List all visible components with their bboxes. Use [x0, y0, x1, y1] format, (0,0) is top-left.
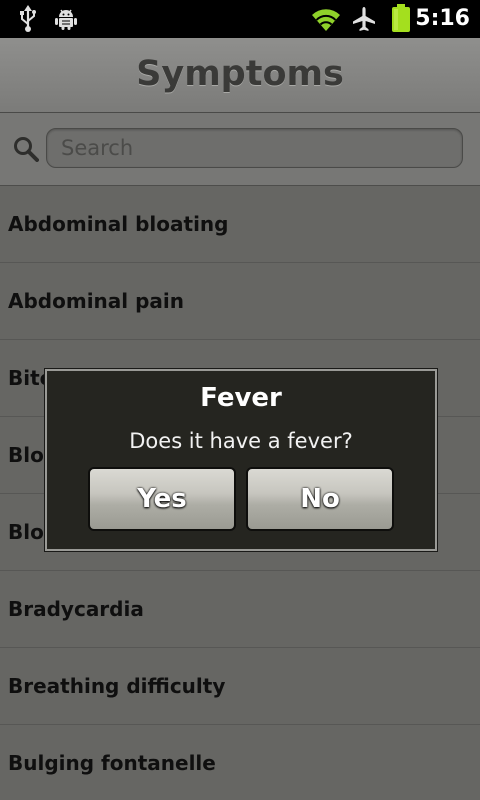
- list-item[interactable]: Bradycardia: [0, 571, 480, 648]
- page-title: Symptoms: [136, 54, 344, 94]
- clock-time: 5:16: [415, 6, 470, 31]
- dialog-title: Fever: [200, 383, 282, 413]
- dialog-message: Does it have a fever?: [129, 429, 353, 453]
- list-item[interactable]: Breathing difficulty: [0, 648, 480, 725]
- search-bar: [0, 113, 480, 186]
- list-item[interactable]: Bulging fontanelle: [0, 725, 480, 800]
- fever-dialog: Fever Does it have a fever? Yes No: [45, 369, 437, 551]
- airplane-mode-icon: [351, 6, 377, 36]
- wifi-icon: [310, 6, 342, 36]
- yes-button[interactable]: Yes: [88, 467, 236, 531]
- list-item[interactable]: Abdominal pain: [0, 263, 480, 340]
- battery-icon: [390, 4, 412, 36]
- no-button[interactable]: No: [246, 467, 394, 531]
- status-bar: 5:16: [0, 0, 480, 38]
- usb-icon: [18, 5, 38, 37]
- android-debug-icon: [54, 7, 78, 35]
- search-icon[interactable]: [13, 136, 39, 166]
- app-screen: 5:16 Symptoms Abdominal bloating Abdomin…: [0, 0, 480, 800]
- search-input[interactable]: [46, 128, 463, 168]
- title-bar: Symptoms: [0, 38, 480, 113]
- list-item[interactable]: Abdominal bloating: [0, 186, 480, 263]
